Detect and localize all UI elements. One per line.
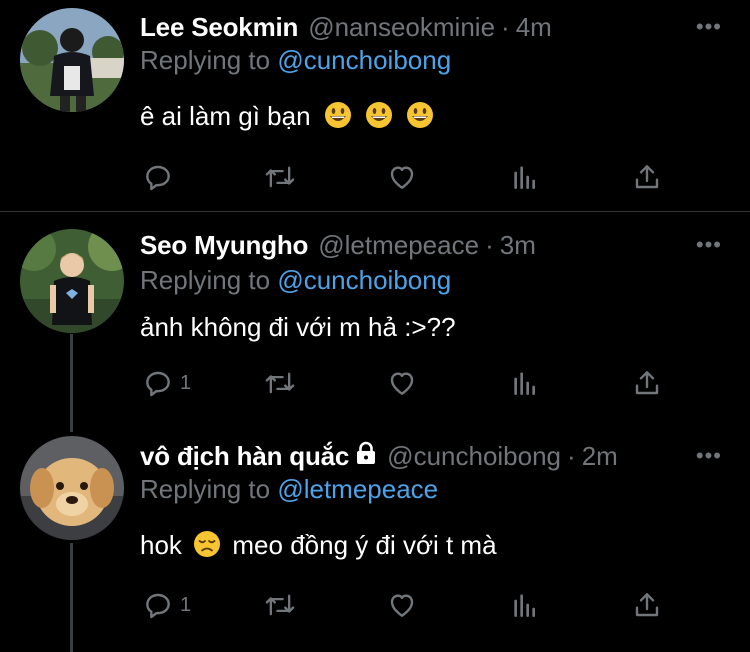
reply-icon bbox=[146, 593, 170, 619]
user-handle[interactable]: @letmepeace bbox=[318, 230, 479, 261]
tweet-header: Seo Myungho @letmepeace · 3m bbox=[140, 228, 536, 262]
user-handle[interactable]: @nanseokminie bbox=[308, 12, 495, 43]
retweet-icon bbox=[265, 594, 295, 616]
tweet-actions: 1 bbox=[0, 589, 750, 623]
tweet-text-after: meo đồng ý đi với t mà bbox=[232, 530, 497, 560]
avatar[interactable] bbox=[20, 8, 124, 112]
replying-to-label: Replying to bbox=[140, 265, 271, 295]
retweet-button[interactable] bbox=[263, 161, 297, 193]
reply-button[interactable]: 1 bbox=[142, 589, 191, 621]
tweet-2[interactable]: Seo Myungho @letmepeace · 3m ••• Replyin… bbox=[0, 212, 750, 428]
retweet-icon bbox=[265, 166, 295, 188]
replying-to-line: Replying to @cunchoibong bbox=[140, 265, 451, 296]
reply-icon bbox=[146, 165, 170, 191]
reply-button[interactable]: 1 bbox=[142, 367, 191, 399]
grinning-face-emoji bbox=[324, 101, 352, 136]
share-button[interactable] bbox=[631, 161, 663, 193]
tweet-header: Lee Seokmin @nanseokminie · 4m bbox=[140, 10, 552, 44]
grinning-face-emoji bbox=[406, 101, 434, 136]
tweet-3[interactable]: vô địch hàn quắc @cunchoibong · 2m ••• R… bbox=[0, 428, 750, 652]
replying-to-label: Replying to bbox=[140, 45, 271, 75]
separator-dot: · bbox=[485, 229, 494, 260]
analytics-button[interactable] bbox=[509, 589, 541, 621]
like-button[interactable] bbox=[386, 367, 418, 399]
separator-dot: · bbox=[567, 440, 576, 471]
like-button[interactable] bbox=[386, 161, 418, 193]
reply-icon bbox=[146, 371, 170, 397]
heart-icon bbox=[390, 166, 414, 189]
share-button[interactable] bbox=[631, 367, 663, 399]
tweet-1[interactable]: Lee Seokmin @nanseokminie · 4m ••• Reply… bbox=[0, 0, 750, 211]
share-button[interactable] bbox=[631, 589, 663, 621]
tweet-text: ê ai làm gì bạn bbox=[140, 101, 434, 136]
grinning-face-emoji bbox=[365, 101, 393, 136]
heart-icon bbox=[390, 372, 414, 395]
heart-icon bbox=[390, 594, 414, 617]
like-button[interactable] bbox=[386, 589, 418, 621]
reply-button[interactable] bbox=[142, 161, 174, 193]
analytics-icon bbox=[514, 166, 535, 189]
lock-icon bbox=[355, 441, 377, 472]
avatar[interactable] bbox=[20, 436, 124, 540]
share-icon bbox=[635, 165, 659, 189]
disappointed-face-emoji bbox=[193, 530, 221, 565]
avatar[interactable] bbox=[20, 229, 124, 333]
tweet-actions bbox=[0, 161, 750, 195]
user-handle[interactable]: @cunchoibong bbox=[387, 441, 561, 472]
retweet-icon bbox=[265, 372, 295, 394]
separator-dot: · bbox=[501, 11, 510, 42]
analytics-button[interactable] bbox=[509, 161, 541, 193]
more-options-icon[interactable]: ••• bbox=[696, 232, 722, 258]
tweet-text: hok meo đồng ý đi với t mà bbox=[140, 530, 497, 565]
share-icon bbox=[635, 593, 659, 617]
tweet-text-content: ê ai làm gì bạn bbox=[140, 101, 311, 131]
more-options-icon[interactable]: ••• bbox=[696, 443, 722, 469]
timestamp[interactable]: 2m bbox=[582, 441, 618, 472]
tweet-actions: 1 bbox=[0, 367, 750, 401]
display-name[interactable]: Lee Seokmin bbox=[140, 12, 298, 43]
share-icon bbox=[635, 371, 659, 395]
replying-to-line: Replying to @cunchoibong bbox=[140, 45, 451, 76]
replying-to-line: Replying to @letmepeace bbox=[140, 474, 438, 505]
reply-count: 1 bbox=[180, 371, 192, 394]
analytics-button[interactable] bbox=[509, 367, 541, 399]
display-name[interactable]: Seo Myungho bbox=[140, 230, 308, 261]
mention-link[interactable]: @cunchoibong bbox=[277, 45, 451, 75]
analytics-icon bbox=[514, 594, 535, 617]
tweet-text-before: hok bbox=[140, 530, 182, 560]
replying-to-label: Replying to bbox=[140, 474, 271, 504]
tweet-header: vô địch hàn quắc @cunchoibong · 2m bbox=[140, 439, 618, 473]
mention-link[interactable]: @letmepeace bbox=[277, 474, 438, 504]
reply-count: 1 bbox=[180, 593, 192, 616]
retweet-button[interactable] bbox=[263, 367, 297, 399]
display-name[interactable]: vô địch hàn quắc bbox=[140, 441, 349, 472]
analytics-icon bbox=[514, 372, 535, 395]
tweet-text: ảnh không đi với m hả :>?? bbox=[140, 312, 456, 342]
more-options-icon[interactable]: ••• bbox=[696, 14, 722, 40]
mention-link[interactable]: @cunchoibong bbox=[277, 265, 451, 295]
timestamp[interactable]: 3m bbox=[500, 230, 536, 261]
retweet-button[interactable] bbox=[263, 589, 297, 621]
timestamp[interactable]: 4m bbox=[516, 12, 552, 43]
